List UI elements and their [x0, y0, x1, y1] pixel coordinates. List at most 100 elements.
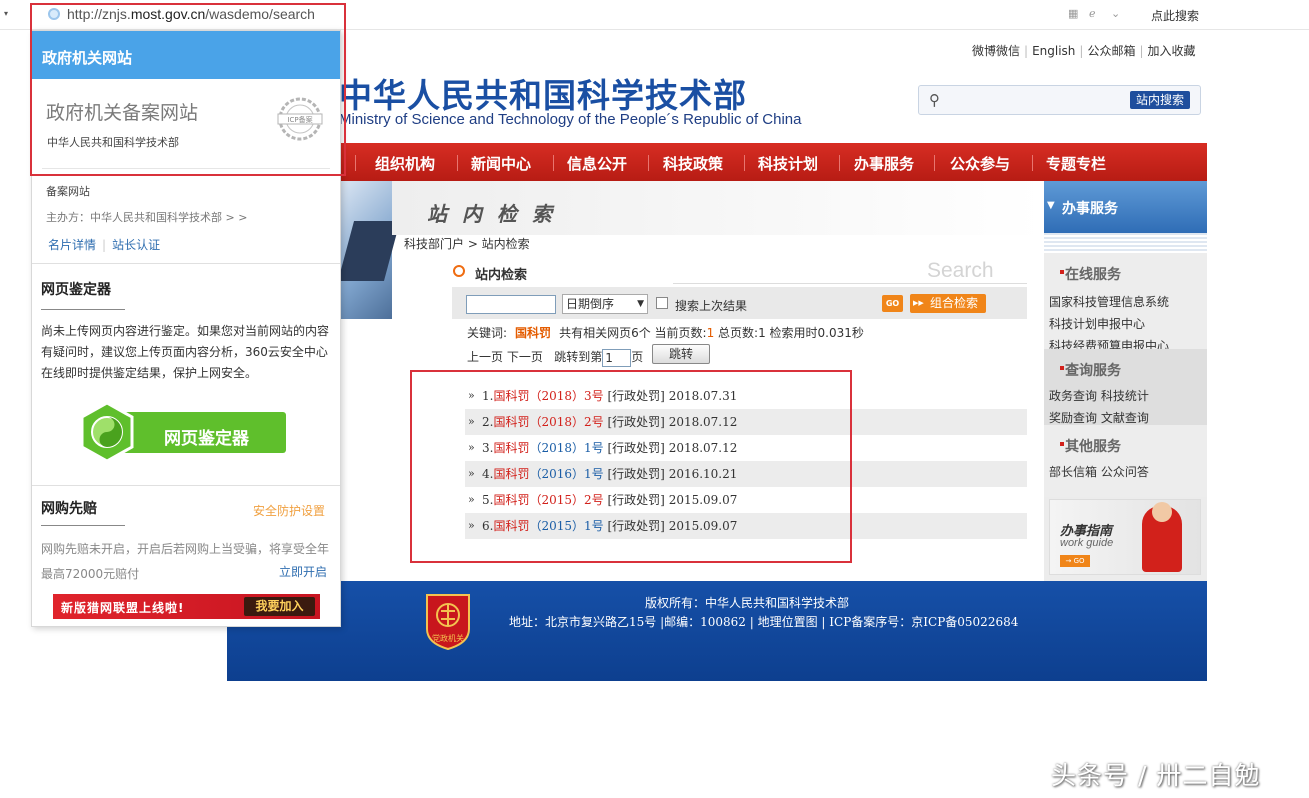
- nav-item-info[interactable]: 信息公开: [567, 153, 627, 174]
- go-button[interactable]: GO: [882, 295, 903, 312]
- online-service-block: 在线服务 国家科技管理信息系统 科技计划申报中心 科技经费预算申报中心: [1044, 253, 1207, 353]
- result-row[interactable]: » 4.国科罚（2016）1号 [行政处罚] 2016.10.21: [465, 461, 1027, 487]
- icp-organization: 中华人民共和国科学技术部: [47, 136, 179, 149]
- checker-logo-icon: [80, 401, 134, 463]
- result-row[interactable]: » 1.国科罚（2018）3号 [行政处罚] 2018.07.31: [465, 383, 1027, 409]
- top-link-english[interactable]: English: [1032, 44, 1075, 58]
- site-search-button[interactable]: 站内搜索: [1130, 91, 1190, 109]
- work-guide-banner[interactable]: 办事指南 work guide → GO: [1049, 499, 1201, 575]
- service-link[interactable]: 科技计划申报中心: [1049, 315, 1145, 332]
- search-last-label: 搜索上次结果: [675, 299, 748, 313]
- checker-title: 网页鉴定器: [41, 282, 111, 298]
- nav-item-public[interactable]: 公众参与: [950, 153, 1010, 174]
- main-nav: 组织机构 新闻中心 信息公开 科技政策 科技计划 办事服务 公众参与 专题专栏: [227, 143, 1207, 181]
- svg-text:ICP备案: ICP备案: [287, 115, 312, 124]
- result-summary: 关键词: 国科罚 共有相关网页6个 当前页数:1 总页数:1 检索用时0.031秒: [467, 326, 864, 340]
- jump-button[interactable]: 跳转: [652, 344, 710, 364]
- website: 微博微信 | English | 公众邮箱 | 加入收藏 中华人民共和国科学技术部 Mini…: [227, 33, 1207, 681]
- result-row[interactable]: » 2.国科罚（2018）2号 [行政处罚] 2018.07.12: [465, 409, 1027, 435]
- content-header: 站 内 检 索: [392, 181, 1044, 235]
- svg-text:党政机关: 党政机关: [432, 633, 464, 643]
- service-header: ▼ 办事服务: [1044, 181, 1207, 233]
- breadcrumb[interactable]: 科技部门户 > 站内检索: [404, 235, 530, 252]
- site-status-icon[interactable]: [48, 8, 60, 20]
- grid-icon[interactable]: ▦: [1068, 8, 1080, 20]
- site-info-popup: 政府机关网站 政府机关备案网站 中华人民共和国科学技术部 ICP备案 备案网站 …: [31, 30, 341, 627]
- result-row[interactable]: » 3.国科罚（2018）1号 [行政处罚] 2018.07.12: [465, 435, 1027, 461]
- nav-item-plan[interactable]: 科技计划: [758, 153, 818, 174]
- search-watermark: Search: [927, 259, 994, 282]
- page-number-input[interactable]: 1: [602, 348, 632, 367]
- dropdown-arrow-icon[interactable]: ▾: [4, 9, 8, 18]
- search-here-button[interactable]: 点此搜索: [1151, 7, 1199, 24]
- go-icon: → GO: [1060, 555, 1090, 567]
- result-keyword: 国科罚: [515, 326, 552, 340]
- result-row[interactable]: » 6.国科罚（2015）1号 [行政处罚] 2015.09.07: [465, 513, 1027, 539]
- site-title: 中华人民共和国科学技术部: [339, 76, 747, 115]
- other-service-block: 其他服务 部长信箱 公众问答: [1044, 425, 1207, 497]
- join-button[interactable]: 我要加入: [244, 597, 315, 616]
- combo-search-button[interactable]: 组合检索: [910, 294, 986, 313]
- online-service-title: 在线服务: [1060, 264, 1121, 284]
- result-row[interactable]: » 5.国科罚（2015）2号 [行政处罚] 2015.09.07: [465, 487, 1027, 513]
- chevron-down-icon: ▼: [1047, 200, 1055, 211]
- top-links: 微博微信 | English | 公众邮箱 | 加入收藏: [972, 44, 1196, 58]
- chevron-down-icon[interactable]: ⌄: [1111, 8, 1123, 20]
- service-link[interactable]: 政务查询 科技统计: [1049, 387, 1149, 404]
- shop-protect-title: 网购先赔: [41, 501, 97, 517]
- browser-logo-icon[interactable]: ℯ: [1089, 8, 1101, 20]
- popup-header: 政府机关网站: [32, 31, 340, 79]
- nav-item-policy[interactable]: 科技政策: [663, 153, 723, 174]
- keyword-input[interactable]: [466, 295, 556, 314]
- host-label[interactable]: 主办方：中华人民共和国科学技术部 > >: [46, 209, 247, 225]
- pager: 上一页 下一页 跳转到第 1 页: [467, 348, 644, 367]
- query-service-block: 查询服务 政务查询 科技统计 奖励查询 文献查询: [1044, 349, 1207, 425]
- nav-item-org[interactable]: 组织机构: [375, 153, 435, 174]
- site-footer: 党政机关 版权所有：中华人民共和国科学技术部 地址：北京市复兴路乙15号 |邮编…: [227, 581, 1207, 681]
- service-sidebar: ▼ 办事服务 在线服务 国家科技管理信息系统 科技计划申报中心 科技经费预算申报…: [1044, 181, 1207, 581]
- page-title: 站 内 检 索: [427, 202, 556, 226]
- enable-now-link[interactable]: 立即开启: [279, 563, 327, 580]
- icp-seal-icon: ICP备案: [277, 97, 323, 141]
- prev-next-links[interactable]: 上一页 下一页: [467, 350, 543, 364]
- search-last-checkbox[interactable]: [656, 297, 668, 309]
- watermark: 头条号 / 卅二自勉: [1051, 761, 1261, 790]
- footer-address: 地址：北京市复兴路乙15号 |邮编：100862 | 地理位置图 | ICP备案…: [509, 615, 1019, 629]
- circle-bullet-icon: [453, 265, 465, 277]
- service-link[interactable]: 奖励查询 文献查询: [1049, 409, 1149, 426]
- query-service-title: 查询服务: [1060, 360, 1121, 380]
- browser-address-bar: ▾ http://znjs.most.gov.cn/wasdemo/search…: [0, 0, 1309, 30]
- search-icon: ⚲: [929, 91, 940, 109]
- icp-title: 政府机关备案网站: [46, 102, 199, 124]
- nav-item-news[interactable]: 新闻中心: [471, 153, 531, 174]
- nav-item-special[interactable]: 专题专栏: [1046, 153, 1106, 174]
- card-details-link[interactable]: 名片详情: [48, 238, 96, 252]
- nav-item-service[interactable]: 办事服务: [854, 153, 914, 174]
- alliance-ad-banner[interactable]: 新版猎网联盟上线啦! 我要加入: [53, 594, 320, 619]
- result-list: » 1.国科罚（2018）3号 [行政处罚] 2018.07.31 » 2.国科罚（…: [465, 383, 1027, 539]
- checker-description: 尚未上传网页内容进行鉴定。如果您对当前网站的内容有疑问时，建议您上传页面内容分析…: [41, 324, 330, 380]
- webmaster-cert-link[interactable]: 站长认证: [112, 238, 160, 252]
- top-link-favorite[interactable]: 加入收藏: [1148, 44, 1196, 58]
- url-field[interactable]: http://znjs.most.gov.cn/wasdemo/search: [67, 6, 315, 22]
- page-checker-button[interactable]: 网页鉴定器: [76, 401, 287, 463]
- beian-label: 备案网站: [46, 185, 90, 198]
- search-section-label: 站内检索: [475, 268, 528, 283]
- site-subtitle: Ministry of Science and Technology of th…: [339, 111, 802, 128]
- left-banner-image: [337, 181, 401, 319]
- other-service-title: 其他服务: [1060, 436, 1121, 456]
- site-header: 微博微信 | English | 公众邮箱 | 加入收藏 中华人民共和国科学技术部 Mini…: [227, 33, 1207, 143]
- footer-copyright: 版权所有：中华人民共和国科学技术部: [645, 596, 850, 610]
- guide-person-image: [1142, 502, 1182, 572]
- top-link-mail[interactable]: 公众邮箱: [1087, 44, 1135, 58]
- chevron-down-icon: ▼: [637, 299, 644, 309]
- popup-links: 名片详情 | 站长认证: [48, 238, 161, 252]
- service-link[interactable]: 部长信箱 公众问答: [1049, 463, 1149, 480]
- security-settings-link[interactable]: 安全防护设置: [253, 502, 325, 519]
- party-government-emblem: 党政机关: [426, 594, 470, 651]
- top-link-weibo[interactable]: 微博微信: [972, 44, 1020, 58]
- sort-select[interactable]: 日期倒序 ▼: [562, 294, 648, 314]
- site-search-box: ⚲ 站内搜索: [918, 85, 1201, 115]
- service-link[interactable]: 国家科技管理信息系统: [1049, 293, 1169, 310]
- site-search-input[interactable]: [949, 90, 1124, 110]
